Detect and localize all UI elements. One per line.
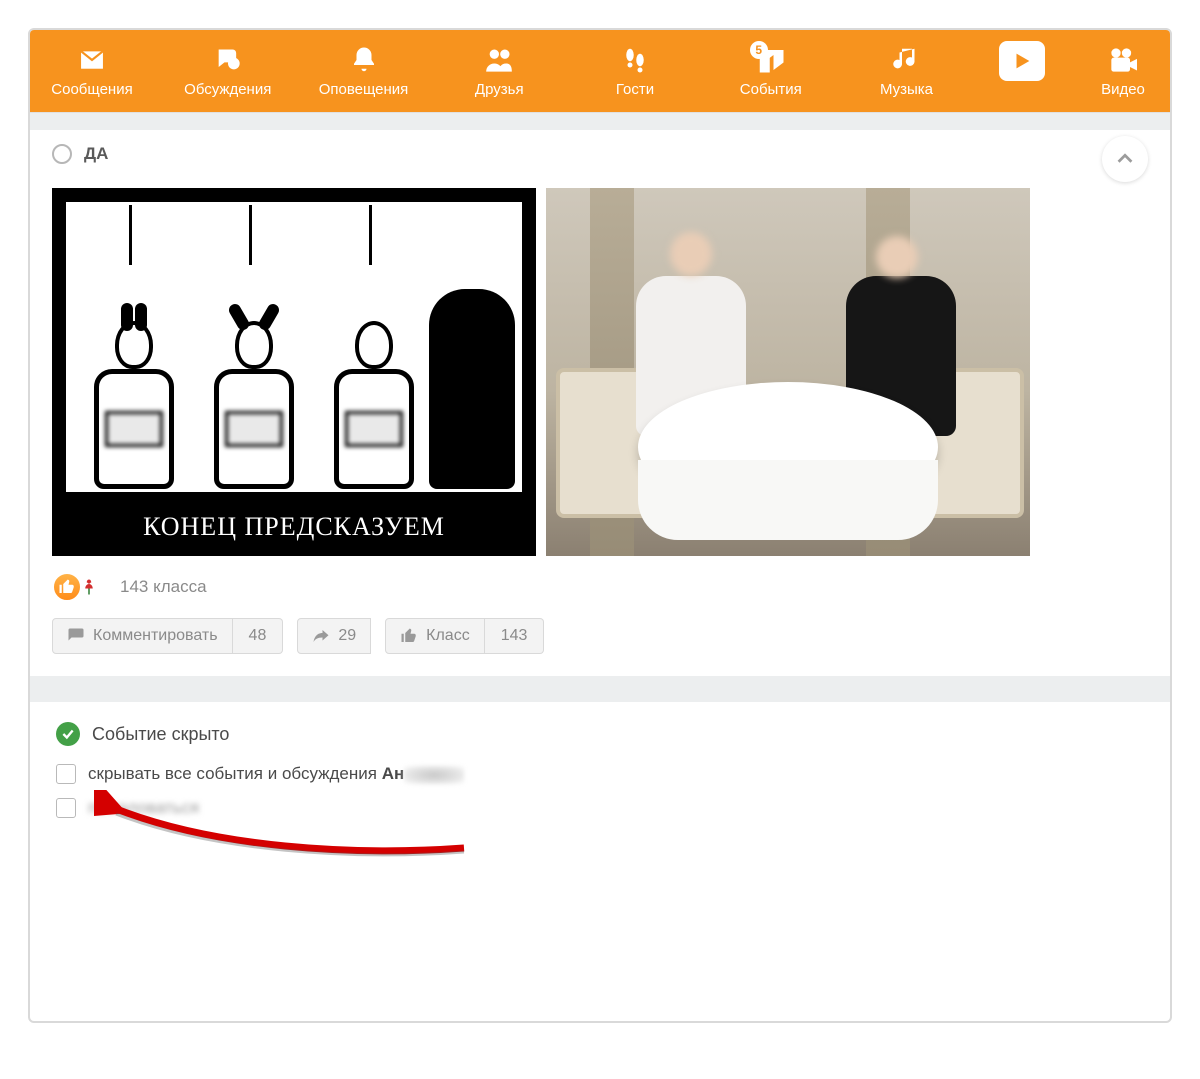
poll-option-row[interactable]: ДА: [30, 130, 1170, 178]
share-button[interactable]: 29: [297, 618, 371, 654]
hide-all-text: скрывать все события и обсуждения Ан: [88, 764, 464, 784]
reactions-row: 143 класса: [30, 562, 1170, 608]
top-nav: Сообщения Обсуждения Оповещения Друзья Г…: [30, 30, 1170, 112]
class-count[interactable]: 143: [485, 618, 545, 654]
class-button[interactable]: Класс: [385, 618, 485, 654]
nav-label: Сообщения: [51, 81, 132, 98]
post-actions-row: Комментировать 48 29 Класс 143: [30, 608, 1170, 676]
class-group: Класс 143: [385, 618, 544, 654]
hidden-title-row: Событие скрыто: [56, 722, 1144, 746]
play-tile-icon: [999, 41, 1045, 81]
footprints-icon: [618, 45, 652, 75]
reactions-count[interactable]: 143 класса: [120, 577, 207, 597]
collapse-button[interactable]: [1102, 136, 1148, 182]
class-label: Класс: [426, 627, 470, 645]
nav-label: Музыка: [880, 81, 933, 98]
share-count: 29: [338, 627, 356, 645]
checkbox-icon[interactable]: [56, 764, 76, 784]
demotivator-inner: [66, 202, 522, 492]
nav-events[interactable]: 5 События: [721, 41, 821, 102]
nav-guests[interactable]: Гости: [585, 41, 685, 102]
nav-music[interactable]: Музыка: [857, 41, 957, 102]
radio-icon[interactable]: [52, 144, 72, 164]
video-camera-icon: [1106, 45, 1140, 75]
share-group: 29: [297, 618, 371, 654]
nav-notifications[interactable]: Оповещения: [314, 41, 414, 102]
divider: [30, 112, 1170, 130]
nav-friends[interactable]: Друзья: [449, 41, 549, 102]
nav-label: Гости: [616, 81, 654, 98]
thumb-up-icon: [52, 572, 82, 602]
nav-label: Оповещения: [319, 81, 409, 98]
redacted-name: [404, 766, 464, 784]
post-image-2[interactable]: [546, 188, 1030, 556]
divider: [30, 676, 1170, 702]
comment-label: Комментировать: [93, 627, 218, 645]
complain-text: пожаловаться: [88, 798, 199, 818]
hidden-event-panel: Событие скрыто скрывать все события и об…: [30, 702, 1170, 862]
check-circle-icon: [56, 722, 80, 746]
hidden-title: Событие скрыто: [92, 724, 229, 745]
chevron-up-icon: [1114, 148, 1136, 170]
post-images-row: КОНЕЦ ПРЕДСКАЗУЕМ: [30, 178, 1170, 562]
poll-option-label: ДА: [84, 144, 108, 164]
share-icon: [312, 627, 330, 645]
demotivator-caption: КОНЕЦ ПРЕДСКАЗУЕМ: [52, 506, 536, 556]
reaction-icons[interactable]: [52, 572, 104, 602]
comment-button[interactable]: Комментировать: [52, 618, 233, 654]
envelope-icon: [75, 45, 109, 75]
feed-content: ДА: [30, 112, 1170, 862]
nav-label: Обсуждения: [184, 81, 271, 98]
hide-all-option[interactable]: скрывать все события и обсуждения Ан: [56, 764, 1144, 784]
complain-option[interactable]: пожаловаться: [56, 798, 1144, 818]
events-badge: 5: [750, 41, 768, 59]
comment-icon: [67, 627, 85, 645]
nav-video[interactable]: Видео: [1088, 41, 1158, 102]
music-icon: [890, 45, 924, 75]
hide-all-name: Ан: [382, 764, 405, 783]
nav-label: События: [740, 81, 802, 98]
nav-music-play-tile[interactable]: [992, 37, 1052, 106]
bell-icon: [347, 45, 381, 75]
comment-group: Комментировать 48: [52, 618, 283, 654]
thumb-up-outline-icon: [400, 627, 418, 645]
nav-discussions[interactable]: Обсуждения: [178, 41, 278, 102]
post-image-1[interactable]: КОНЕЦ ПРЕДСКАЗУЕМ: [52, 188, 536, 556]
events-icon: 5: [754, 45, 788, 75]
nav-messages[interactable]: Сообщения: [42, 41, 142, 102]
checkbox-icon[interactable]: [56, 798, 76, 818]
people-icon: [482, 45, 516, 75]
nav-label: Друзья: [475, 81, 524, 98]
chat-icon: [211, 45, 245, 75]
hide-all-prefix: скрывать все события и обсуждения: [88, 764, 382, 783]
nav-label: Видео: [1101, 81, 1145, 98]
comment-count[interactable]: 48: [233, 618, 284, 654]
